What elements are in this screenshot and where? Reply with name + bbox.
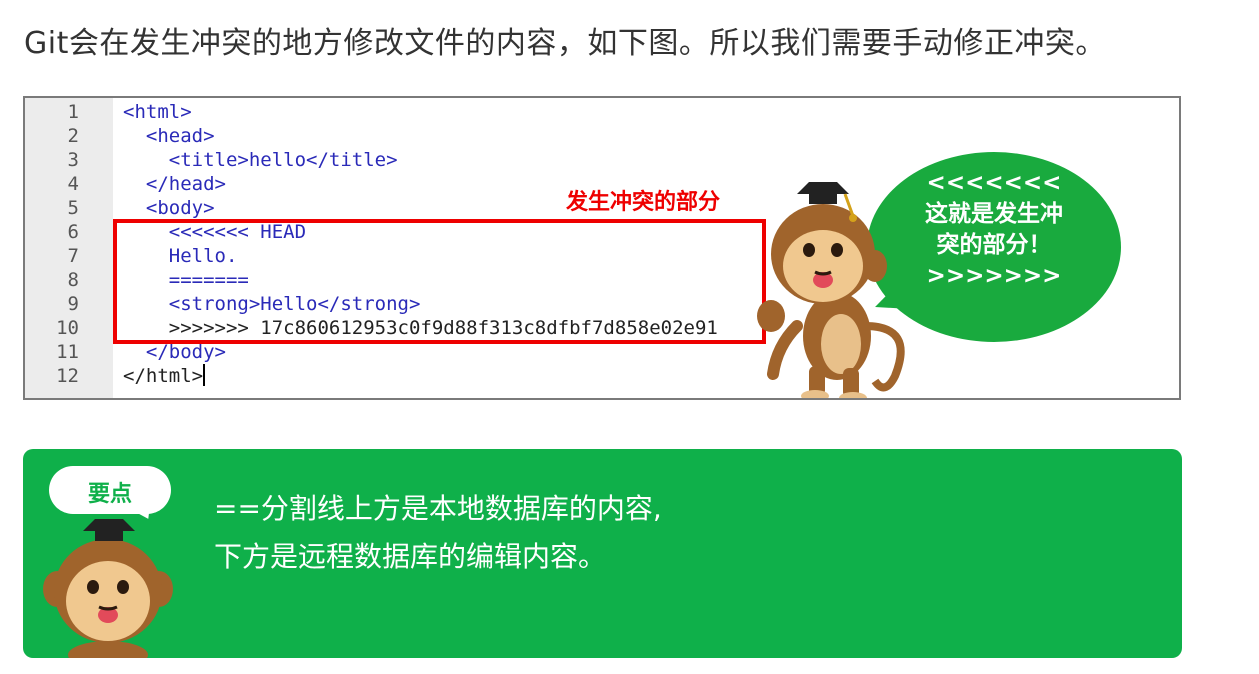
conflict-highlight-box	[113, 219, 766, 344]
code-line: <body>	[123, 197, 215, 219]
code-line: <head>	[123, 125, 215, 147]
line-number: 12	[56, 365, 79, 387]
line-number: 10	[56, 317, 79, 339]
line-number: 6	[67, 221, 79, 243]
code-line: <title>hello</title>	[123, 149, 398, 171]
key-point-text: ==分割线上方是本地数据库的内容, 下方是远程数据库的编辑内容。	[214, 485, 662, 581]
code-figure: 1 2 3 4 5 6 7 8 9 10 11 12 <html> <head>…	[23, 96, 1181, 400]
code-line: </head>	[123, 173, 226, 195]
key-point-panel: 要点 ==分割线上方是本地数据库的内容, 下方是远程数据库的编辑内容。	[23, 449, 1182, 658]
key-point-badge-label: 要点	[87, 482, 132, 507]
line-number: 3	[67, 149, 79, 171]
line-number: 8	[67, 269, 79, 291]
line-number: 7	[67, 245, 79, 267]
key-point-line: 下方是远程数据库的编辑内容。	[214, 540, 607, 573]
key-point-line: ==分割线上方是本地数据库的内容,	[214, 492, 662, 525]
intro-text: Git会在发生冲突的地方修改文件的内容，如下图。所以我们需要手动修正冲突。	[24, 26, 1106, 61]
line-number-gutter: 1 2 3 4 5 6 7 8 9 10 11 12	[25, 98, 113, 398]
line-number: 4	[67, 173, 79, 195]
line-number: 1	[67, 101, 79, 123]
monkey-mascot-small-illustration	[43, 519, 173, 658]
line-number: 2	[67, 125, 79, 147]
text-cursor	[203, 364, 205, 386]
monkey-mascot-illustration	[757, 182, 905, 398]
code-line: </html>	[123, 365, 204, 387]
code-line: <html>	[123, 101, 192, 123]
conflict-label: 发生冲突的部分	[566, 190, 721, 215]
line-number: 9	[67, 293, 79, 315]
line-number: 11	[56, 341, 79, 363]
line-number: 5	[67, 197, 79, 219]
